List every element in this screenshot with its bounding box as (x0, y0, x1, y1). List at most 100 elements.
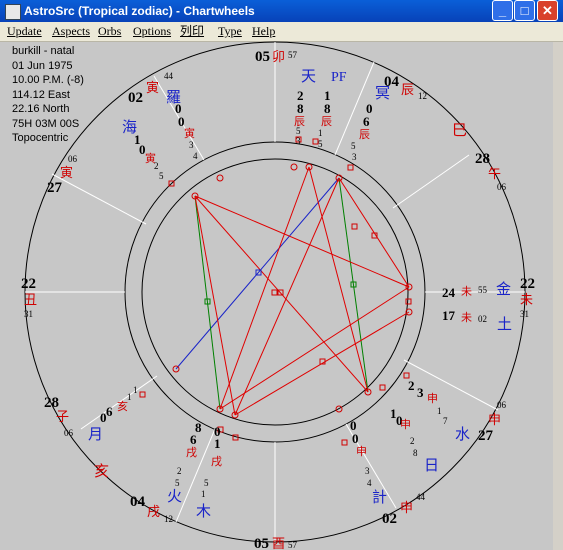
mercury-m2: 7 (443, 416, 448, 426)
moon-m1: 1 (127, 392, 132, 402)
sign-si: 巳 (452, 123, 467, 139)
pluto-m1: 5 (351, 141, 356, 151)
mercury-m1: 1 (437, 406, 442, 416)
rahu-d2: 0 (178, 114, 185, 129)
chart-wheel: 05 卯 57 04 辰 12 28 午 06 22 未 31 27 申 06 … (21, 41, 535, 550)
cusp4-deg: 22 (520, 276, 535, 292)
cusp10-sign: 丑 (24, 292, 37, 307)
jupiter-glyph: 木 (196, 503, 211, 520)
uranus-m1: 5 (296, 126, 301, 136)
cusp6-min: 44 (416, 492, 426, 502)
planet-labels: 天 2 8 辰 5 3 PF 1 8 辰 1 5 冥 0 6 辰 5 3 羅 0… (88, 69, 512, 520)
aspect-lines (175, 166, 412, 416)
jupiter-sign: 戌 (211, 455, 222, 468)
cusp8-min: 12 (164, 514, 173, 524)
sun-m1: 2 (410, 436, 415, 446)
opposition-line (175, 177, 340, 370)
uranus-d2: 8 (297, 101, 304, 116)
cusp3-min: 06 (497, 182, 507, 192)
rahu-m1: 3 (189, 140, 194, 150)
mars-sign: 戌 (186, 446, 197, 459)
rahu-sign: 寅 (184, 126, 195, 140)
ketu-m2: 4 (367, 478, 372, 488)
mercury-sign: 申 (427, 392, 438, 405)
saturn-glyph: 土 (497, 316, 512, 333)
cusp2-sign: 辰 (401, 82, 414, 97)
pluto-m2: 3 (352, 152, 357, 162)
cusp5-min: 06 (497, 400, 507, 410)
mercury-d2: 3 (417, 385, 424, 400)
mercury-glyph: 水 (455, 426, 470, 443)
cusp8-sign: 戌 (147, 504, 160, 519)
pf-sign: 辰 (321, 116, 332, 128)
cusp3-sign: 午 (488, 166, 501, 181)
moon-glyph: 月 (88, 427, 103, 443)
pluto-sign: 辰 (359, 129, 370, 141)
cusp11-sign: 寅 (60, 165, 73, 180)
mercury-d1: 2 (408, 378, 415, 393)
inner-circle (141, 158, 409, 426)
cusp3-deg: 28 (475, 151, 490, 167)
pf-d2: 8 (324, 101, 331, 116)
cusp8-deg: 04 (130, 494, 146, 510)
trine-line-1 (194, 195, 221, 410)
cusp1-deg: 05 (255, 49, 270, 65)
cusp10-min: 31 (24, 309, 33, 319)
pluto-glyph: 冥 (375, 86, 390, 102)
uranus-m2: 3 (296, 136, 301, 146)
cusp12-min: 44 (164, 71, 174, 81)
pf-m2: 5 (318, 139, 323, 149)
jupiter-m2: 1 (201, 489, 206, 499)
sign-hai: 亥 (94, 463, 109, 480)
cusp4-min: 31 (520, 309, 529, 319)
cusp5-sign: 申 (488, 412, 501, 427)
cusp12-sign: 寅 (146, 80, 159, 95)
cusp6-sign: 申 (400, 500, 413, 515)
cusp9-min: 06 (64, 428, 74, 438)
venus-sign: 未 (461, 285, 472, 298)
venus-deg: 24 (442, 285, 456, 300)
mars-glyph: 火 (167, 489, 182, 505)
cusp9-sign: 子 (56, 409, 69, 424)
mars-m2: 5 (175, 478, 180, 488)
cusp4-sign: 未 (520, 292, 533, 307)
ketu-glyph: 計 (372, 489, 387, 506)
venus-min: 55 (478, 285, 488, 295)
sun-glyph: 日 (424, 458, 439, 474)
cusp10-deg: 22 (21, 276, 36, 292)
jupiter-m1: 5 (204, 478, 209, 488)
ketu-m1: 3 (365, 466, 370, 476)
cusp7-sign: 酉 (272, 536, 285, 550)
uranus-glyph: 天 (301, 69, 316, 85)
cusp7-deg: 05 (254, 536, 269, 550)
pf-m1: 1 (318, 128, 323, 138)
planet-ticks (139, 136, 410, 446)
neptune-m1: 2 (154, 161, 159, 171)
moon-d2: 6 (106, 404, 113, 419)
jupiter-d2: 1 (214, 436, 221, 451)
cusp1-sign: 卯 (272, 49, 285, 64)
moon-m2: 1 (133, 385, 138, 395)
saturn-sign: 未 (461, 311, 472, 324)
saturn-min: 02 (478, 314, 487, 324)
ketu-d2: 0 (352, 431, 359, 446)
mars-m1: 2 (177, 466, 182, 476)
pf-glyph: PF (331, 70, 347, 85)
pluto-d2: 6 (363, 114, 370, 129)
rahu-m2: 4 (193, 151, 198, 161)
neptune-m2: 5 (159, 171, 164, 181)
ketu-sign: 申 (356, 445, 367, 458)
cusp6-deg: 02 (382, 511, 397, 527)
cusp1-min: 57 (288, 50, 298, 60)
sun-sign: 申 (400, 418, 411, 431)
cusp5-deg: 27 (478, 428, 494, 444)
middle-circle (124, 141, 426, 443)
aspect-glyphs (204, 223, 412, 365)
cusp12-deg: 02 (128, 90, 143, 106)
cusp7-min: 57 (288, 540, 298, 550)
cusp11-deg: 27 (47, 180, 63, 196)
sun-m2: 8 (413, 448, 418, 458)
cusp2-min: 12 (418, 91, 427, 101)
saturn-deg: 17 (442, 308, 456, 323)
mars-d2: 6 (190, 432, 197, 447)
